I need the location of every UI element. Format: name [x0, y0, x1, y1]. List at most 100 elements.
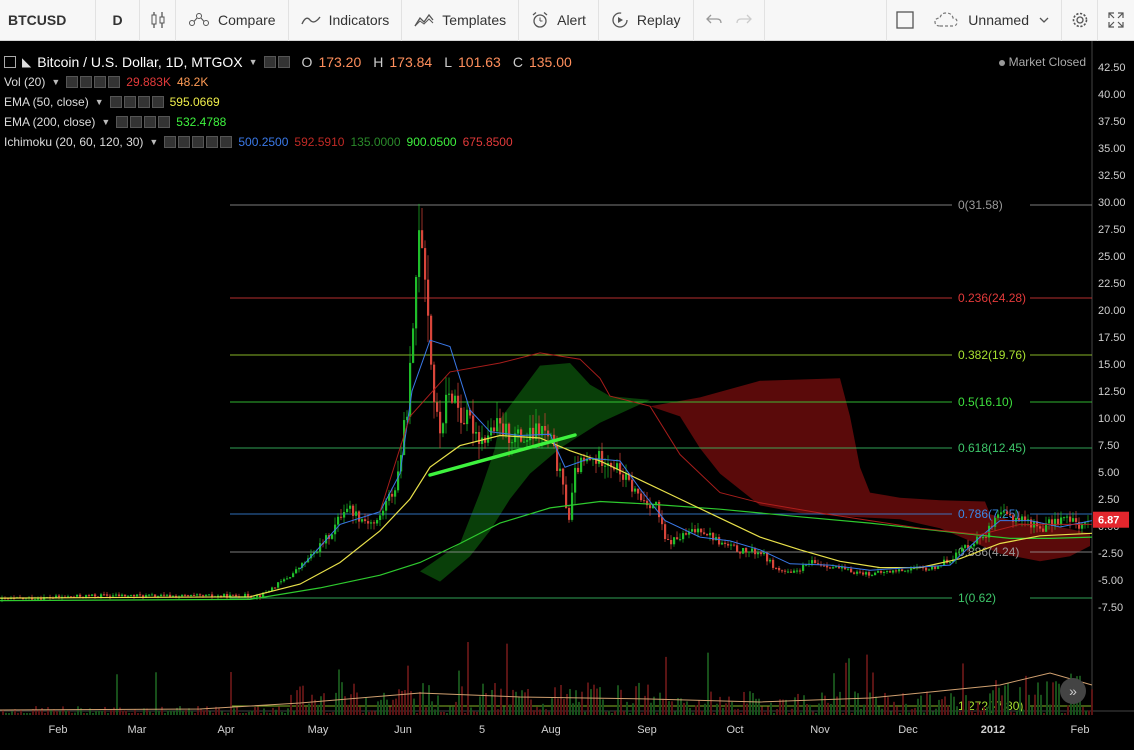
volume-bar — [41, 708, 43, 715]
settings-button[interactable] — [1062, 0, 1098, 41]
volume-bar — [467, 642, 469, 715]
candle-body — [814, 560, 817, 564]
volume-bar — [728, 696, 730, 715]
candle-body — [739, 551, 742, 554]
candle-body — [424, 248, 427, 280]
candle-body — [223, 594, 226, 597]
volume-bar — [773, 713, 775, 715]
replay-button[interactable]: Replay — [599, 0, 694, 41]
collapse-toggle[interactable] — [4, 56, 16, 68]
volume-bar — [452, 707, 454, 715]
volume-bar — [386, 699, 388, 715]
volume-bar — [692, 712, 694, 715]
volume-bar — [281, 711, 283, 715]
redo-icon[interactable] — [735, 14, 752, 26]
volume-bar — [635, 686, 637, 715]
volume-bar — [446, 713, 448, 715]
volume-bar — [932, 711, 934, 715]
volume-bar — [1043, 713, 1045, 715]
volume-bar — [95, 711, 97, 715]
volume-bar — [887, 697, 889, 715]
volume-bar — [536, 706, 538, 715]
series-controls[interactable] — [263, 56, 290, 68]
candle-body — [778, 567, 781, 571]
indicators-button[interactable]: Indicators — [289, 0, 403, 41]
volume-bar — [1019, 687, 1021, 715]
candle-body — [883, 572, 886, 574]
alert-button[interactable]: Alert — [519, 0, 599, 41]
candle-body — [559, 468, 562, 471]
volume-bar — [167, 710, 169, 715]
candle-body — [871, 575, 874, 577]
high-label: H — [373, 54, 384, 70]
volume-bar — [56, 710, 58, 715]
candle-body — [331, 534, 334, 539]
volume-bar — [170, 710, 172, 715]
fullscreen-button[interactable] — [1098, 0, 1134, 41]
volume-bar — [911, 709, 913, 715]
volume-bar — [224, 713, 226, 715]
chart-style-button[interactable] — [140, 0, 176, 41]
candle-body — [454, 395, 457, 403]
volume-bar — [776, 709, 778, 715]
chevron-down-icon[interactable]: ▼ — [51, 77, 60, 87]
volume-bar — [785, 699, 787, 715]
chevron-down-icon[interactable]: ▼ — [149, 137, 158, 147]
volume-bar — [509, 704, 511, 715]
candle-body — [709, 532, 712, 536]
vol-controls[interactable] — [66, 76, 121, 88]
volume-bar — [503, 706, 505, 715]
interval-button[interactable]: D — [96, 0, 140, 41]
volume-bar — [953, 696, 955, 715]
volume-bar — [302, 685, 304, 715]
volume-bar — [566, 693, 568, 715]
candle-body — [742, 547, 745, 554]
volume-bar — [185, 710, 187, 715]
checkbox-button[interactable] — [886, 0, 922, 41]
volume-bar — [422, 683, 424, 715]
volume-bar — [20, 709, 22, 715]
scroll-to-realtime-button[interactable]: » — [1060, 678, 1086, 704]
candle-body — [544, 425, 547, 431]
candle-body — [160, 594, 163, 597]
candle-body — [94, 594, 97, 597]
candle-body — [526, 440, 529, 442]
time-tick-label: 2012 — [981, 724, 1005, 736]
volume-bar — [443, 712, 445, 715]
chevron-down-icon[interactable]: ▼ — [95, 97, 104, 107]
volume-bar — [65, 710, 67, 715]
volume-bar — [287, 708, 289, 715]
candle-body — [694, 529, 697, 533]
volume-bar — [251, 710, 253, 715]
ema50-controls[interactable] — [109, 96, 164, 108]
chevron-down-icon[interactable]: ▼ — [101, 117, 110, 127]
volume-bar — [563, 699, 565, 715]
layout-menu[interactable]: Unnamed — [922, 0, 1062, 41]
candle-body — [40, 598, 43, 600]
volume-bar — [842, 713, 844, 715]
volume-bar — [245, 713, 247, 715]
candle-body — [100, 594, 103, 598]
candle-body — [904, 570, 907, 572]
volume-bar — [845, 662, 847, 715]
compare-button[interactable]: Compare — [176, 0, 289, 41]
candle-body — [463, 422, 466, 425]
symbol-search[interactable]: BTCUSD — [0, 0, 96, 41]
volume-bar — [680, 698, 682, 715]
volume-bar — [743, 691, 745, 715]
volume-bar — [338, 669, 340, 715]
ichimoku-controls[interactable] — [164, 136, 233, 148]
candle-body — [829, 567, 832, 569]
chevron-down-icon[interactable]: ▼ — [249, 57, 258, 67]
ema200-controls[interactable] — [116, 116, 171, 128]
chart-legend: ◣ Bitcoin / U.S. Dollar, 1D, MTGOX ▼ O 17… — [4, 52, 572, 152]
candle-body — [1006, 511, 1009, 515]
candle-body — [352, 505, 355, 516]
volume-bar — [689, 707, 691, 715]
templates-button[interactable]: Templates — [402, 0, 520, 41]
volume-bar — [578, 701, 580, 715]
undo-icon[interactable] — [705, 14, 722, 26]
volume-bar — [296, 690, 298, 715]
volume-bar — [596, 688, 598, 715]
volume-bar — [1028, 694, 1030, 715]
